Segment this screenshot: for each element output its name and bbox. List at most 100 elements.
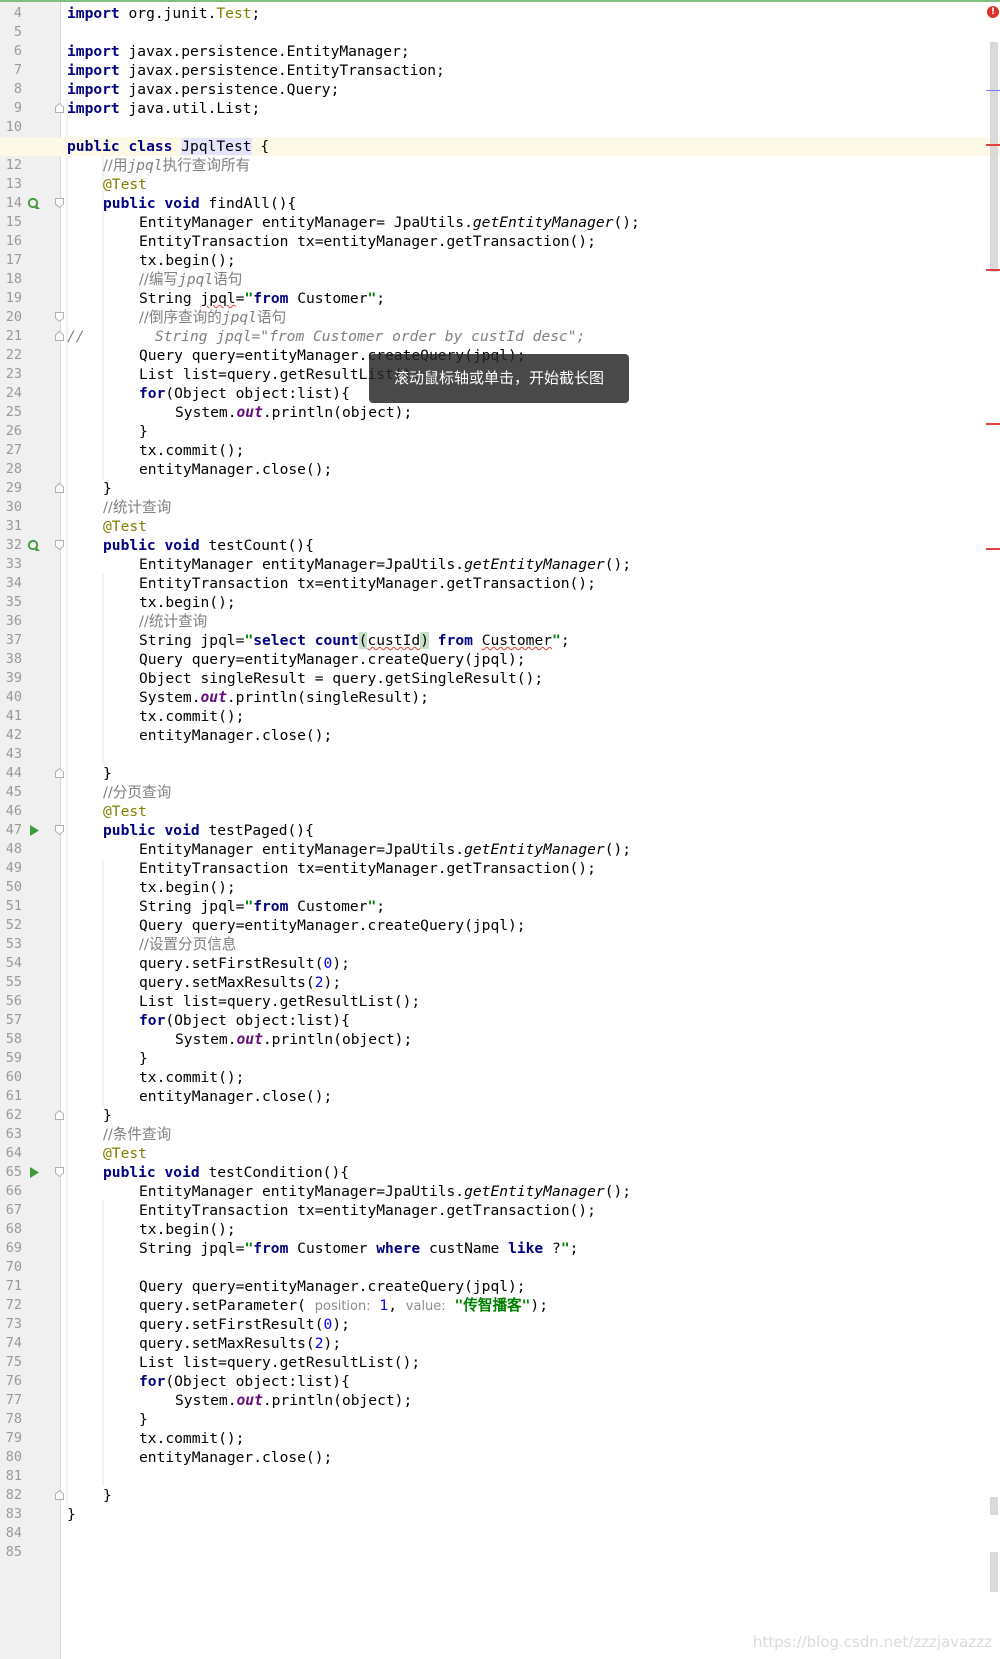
stripe-mark[interactable] [986, 144, 1000, 146]
code-line[interactable]: Query query=entityManager.createQuery(jp… [0, 916, 1000, 935]
code-line[interactable]: EntityTransaction tx=entityManager.getTr… [0, 1201, 1000, 1220]
code-line[interactable]: //统计查询 [0, 612, 1000, 631]
code-text: public void testCount(){ [103, 536, 314, 555]
code-line[interactable]: } [0, 1106, 1000, 1125]
code-line[interactable]: System.out.println(singleResult); [0, 688, 1000, 707]
code-line[interactable]: public void findAll(){ [0, 194, 1000, 213]
code-line[interactable]: //设置分页信息 [0, 935, 1000, 954]
error-indicator-icon[interactable]: ! [987, 6, 999, 18]
code-line[interactable]: EntityTransaction tx=entityManager.getTr… [0, 232, 1000, 251]
code-token: .println(object); [262, 1392, 413, 1409]
code-line[interactable] [0, 118, 1000, 137]
code-line[interactable]: String jpql="select count(custId) from C… [0, 631, 1000, 650]
code-area[interactable]: import org.junit.Test; import javax.persi… [0, 2, 1000, 1659]
code-line[interactable]: tx.begin(); [0, 1220, 1000, 1239]
code-line[interactable]: String jpql="from Customer"; [0, 897, 1000, 916]
code-line[interactable]: @Test [0, 175, 1000, 194]
stripe-mark[interactable] [986, 548, 1000, 550]
code-line[interactable]: tx.commit(); [0, 707, 1000, 726]
code-line[interactable]: public void testCondition(){ [0, 1163, 1000, 1182]
code-line[interactable]: } [0, 1486, 1000, 1505]
code-line[interactable]: EntityManager entityManager=JpaUtils.get… [0, 840, 1000, 859]
code-line[interactable]: //倒序查询的jpql语句 [0, 308, 1000, 327]
code-line[interactable]: //统计查询 [0, 498, 1000, 517]
code-line[interactable]: EntityTransaction tx=entityManager.getTr… [0, 859, 1000, 878]
code-text: //编写jpql语句 [139, 270, 242, 289]
code-line[interactable]: import javax.persistence.EntityManager; [0, 42, 1000, 61]
code-line[interactable] [0, 23, 1000, 42]
code-line[interactable]: @Test [0, 1144, 1000, 1163]
code-line[interactable]: tx.begin(); [0, 251, 1000, 270]
code-line[interactable]: } [0, 764, 1000, 783]
code-line[interactable]: entityManager.close(); [0, 1087, 1000, 1106]
code-line[interactable]: tx.commit(); [0, 1429, 1000, 1448]
code-line[interactable]: System.out.println(object); [0, 1030, 1000, 1049]
code-line[interactable]: } [0, 422, 1000, 441]
code-token: entityManager.close(); [139, 461, 333, 478]
code-line[interactable]: Query query=entityManager.createQuery(jp… [0, 650, 1000, 669]
code-line[interactable]: query.setParameter( position: 1, value: … [0, 1296, 1000, 1315]
code-line[interactable] [0, 1258, 1000, 1277]
code-line[interactable]: Query query=entityManager.createQuery(jp… [0, 1277, 1000, 1296]
code-line[interactable]: query.setFirstResult(0); [0, 1315, 1000, 1334]
code-editor[interactable]: 4567891011121314151617181920212223242526… [0, 0, 1000, 1659]
code-line[interactable]: @Test [0, 517, 1000, 536]
comment-token: //分页查询 [103, 784, 172, 801]
code-line[interactable]: } [0, 1410, 1000, 1429]
code-line[interactable]: } [0, 1505, 1000, 1524]
code-line[interactable]: public void testCount(){ [0, 536, 1000, 555]
code-line[interactable] [0, 1467, 1000, 1486]
code-line[interactable]: import org.junit.Test; [0, 4, 1000, 23]
code-line[interactable]: EntityManager entityManager=JpaUtils.get… [0, 1182, 1000, 1201]
annotation-token: @Test [103, 803, 147, 820]
code-line[interactable]: for(Object object:list){ [0, 1011, 1000, 1030]
code-line[interactable]: System.out.println(object); [0, 403, 1000, 422]
code-line[interactable]: import javax.persistence.EntityTransacti… [0, 61, 1000, 80]
number-token: 1 [379, 1297, 389, 1314]
code-line[interactable] [0, 1543, 1000, 1562]
code-line[interactable]: List list=query.getResultList(); [0, 1353, 1000, 1372]
code-line[interactable]: query.setFirstResult(0); [0, 954, 1000, 973]
code-line[interactable]: //用jpql执行查询所有 [0, 156, 1000, 175]
code-line[interactable]: entityManager.close(); [0, 460, 1000, 479]
code-line[interactable]: tx.commit(); [0, 441, 1000, 460]
code-line[interactable]: //条件查询 [0, 1125, 1000, 1144]
code-line[interactable]: entityManager.close(); [0, 1448, 1000, 1467]
error-stripe[interactable] [986, 2, 1000, 1659]
code-line[interactable]: //编写jpql语句 [0, 270, 1000, 289]
code-line[interactable]: import java.util.List; [0, 99, 1000, 118]
scrollbar-thumb[interactable] [990, 42, 998, 272]
code-line[interactable]: } [0, 479, 1000, 498]
code-line[interactable]: EntityManager entityManager=JpaUtils.get… [0, 555, 1000, 574]
code-token: entityManager.close(); [139, 1449, 333, 1466]
code-line[interactable]: tx.begin(); [0, 593, 1000, 612]
code-line[interactable]: tx.commit(); [0, 1068, 1000, 1087]
stripe-mark[interactable] [986, 90, 1000, 91]
code-line[interactable]: List list=query.getResultList(); [0, 992, 1000, 1011]
code-line[interactable]: tx.begin(); [0, 878, 1000, 897]
code-line[interactable]: EntityTransaction tx=entityManager.getTr… [0, 574, 1000, 593]
code-line[interactable] [0, 745, 1000, 764]
stripe-mark[interactable] [986, 269, 1000, 271]
code-line[interactable]: String jpql="from Customer"; [0, 289, 1000, 308]
code-line[interactable]: System.out.println(object); [0, 1391, 1000, 1410]
code-text: EntityTransaction tx=entityManager.getTr… [139, 232, 596, 251]
stripe-mark[interactable] [986, 423, 1000, 425]
code-text: @Test [103, 1144, 147, 1163]
code-line[interactable] [0, 1524, 1000, 1543]
code-line[interactable]: @Test [0, 802, 1000, 821]
code-line[interactable]: Object singleResult = query.getSingleRes… [0, 669, 1000, 688]
code-line[interactable]: query.setMaxResults(2); [0, 1334, 1000, 1353]
code-line[interactable]: import javax.persistence.Query; [0, 80, 1000, 99]
code-line[interactable]: } [0, 1049, 1000, 1068]
comment-token: 语句 [213, 271, 243, 288]
code-line[interactable]: query.setMaxResults(2); [0, 973, 1000, 992]
code-line[interactable]: //分页查询 [0, 783, 1000, 802]
code-line[interactable]: entityManager.close(); [0, 726, 1000, 745]
code-line[interactable]: for(Object object:list){ [0, 1372, 1000, 1391]
code-line[interactable]: String jpql="from Customer where custNam… [0, 1239, 1000, 1258]
code-line[interactable]: public void testPaged(){ [0, 821, 1000, 840]
code-line[interactable]: EntityManager entityManager= JpaUtils.ge… [0, 213, 1000, 232]
code-line[interactable]: // String jpql="from Customer order by c… [0, 327, 1000, 346]
caret-row[interactable]: public class JpqlTest { [0, 137, 1000, 156]
